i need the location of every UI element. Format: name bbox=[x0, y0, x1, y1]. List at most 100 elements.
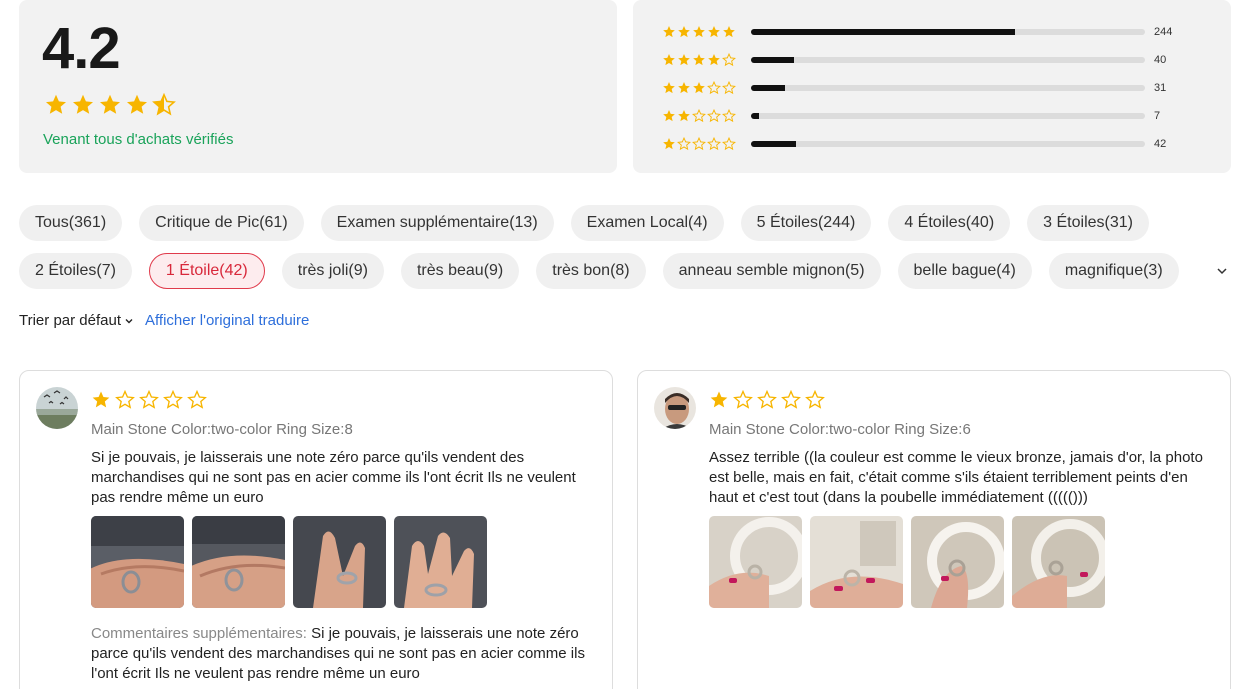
distribution-bar-track bbox=[751, 85, 1145, 91]
distribution-bar-fill bbox=[751, 29, 1015, 35]
review-photo[interactable] bbox=[394, 516, 487, 608]
verified-purchases-note: Venant tous d'achats vérifiés bbox=[43, 131, 234, 148]
star-icon bbox=[663, 26, 675, 38]
star-icon bbox=[708, 54, 720, 66]
filter-chip-4-stars[interactable]: 4 Étoiles(40) bbox=[888, 205, 1011, 241]
show-original-link[interactable]: Afficher l'original traduire bbox=[145, 312, 309, 329]
star-icon bbox=[663, 110, 675, 122]
distribution-stars bbox=[662, 53, 748, 67]
filter-chip-tag[interactable]: belle bague(4) bbox=[897, 253, 1032, 289]
review-photos bbox=[709, 516, 1105, 608]
star-icon bbox=[100, 94, 120, 114]
distribution-bar-track bbox=[751, 141, 1145, 147]
star-icon bbox=[693, 54, 705, 66]
distribution-count: 244 bbox=[1154, 26, 1173, 38]
filter-chip-local-review[interactable]: Examen Local(4) bbox=[570, 205, 724, 241]
review-photo[interactable] bbox=[293, 516, 386, 608]
star-icon bbox=[127, 94, 147, 114]
star-icon bbox=[781, 390, 801, 409]
review-photo[interactable] bbox=[709, 516, 802, 608]
review-text: Assez terrible ((la couleur est comme le… bbox=[709, 449, 1203, 506]
star-icon bbox=[708, 26, 720, 38]
distribution-bar-fill bbox=[751, 85, 785, 91]
distribution-count: 42 bbox=[1154, 138, 1167, 150]
star-icon bbox=[677, 137, 691, 151]
review-card: Main Stone Color:two-color Ring Size:6 A… bbox=[637, 370, 1231, 689]
distribution-count: 7 bbox=[1154, 110, 1161, 122]
average-rating-stars bbox=[44, 93, 176, 117]
filter-chip-tag[interactable]: très bon(8) bbox=[536, 253, 646, 289]
distribution-row-5[interactable]: 244 bbox=[662, 25, 1172, 39]
review-stars bbox=[91, 390, 207, 410]
distribution-row-2[interactable]: 7 bbox=[662, 109, 1160, 123]
sort-dropdown[interactable]: Trier par défaut bbox=[19, 312, 121, 329]
star-icon bbox=[92, 391, 110, 408]
star-icon bbox=[707, 81, 721, 95]
review-sku: Main Stone Color:two-color Ring Size:6 bbox=[709, 421, 971, 438]
sort-bar: Trier par défaut Afficher l'original tra… bbox=[19, 312, 309, 329]
star-icon bbox=[678, 26, 690, 38]
additional-comment: Commentaires supplémentaires: Si je pouv… bbox=[91, 624, 596, 684]
distribution-count: 40 bbox=[1154, 54, 1167, 66]
star-icon bbox=[692, 137, 706, 151]
star-icon bbox=[722, 109, 736, 123]
star-icon bbox=[693, 82, 705, 94]
distribution-bar-track bbox=[751, 113, 1145, 119]
star-icon bbox=[163, 390, 183, 409]
avatar bbox=[36, 387, 78, 429]
star-icon bbox=[707, 137, 721, 151]
distribution-row-4[interactable]: 40 bbox=[662, 53, 1166, 67]
star-icon bbox=[722, 81, 736, 95]
star-icon bbox=[678, 54, 690, 66]
filter-chip-1-star[interactable]: 1 Étoile(42) bbox=[148, 253, 265, 289]
chevron-down-icon[interactable] bbox=[124, 316, 134, 326]
review-photo[interactable] bbox=[1012, 516, 1105, 608]
filter-chip-3-stars[interactable]: 3 Étoiles(31) bbox=[1027, 205, 1149, 241]
filter-chip-all[interactable]: Tous(361) bbox=[19, 205, 123, 241]
star-icon bbox=[722, 53, 736, 67]
distribution-row-1[interactable]: 42 bbox=[662, 137, 1166, 151]
distribution-bar-fill bbox=[751, 57, 795, 63]
rating-distribution-panel: 244 40 31 7 42 bbox=[633, 0, 1231, 173]
review-photo[interactable] bbox=[91, 516, 184, 608]
review-photo[interactable] bbox=[911, 516, 1004, 608]
star-icon bbox=[757, 390, 777, 409]
review-photo[interactable] bbox=[192, 516, 285, 608]
chevron-down-icon[interactable] bbox=[1215, 264, 1229, 278]
star-icon bbox=[710, 391, 728, 408]
filter-chip-tag[interactable]: magnifique(3) bbox=[1048, 253, 1179, 289]
distribution-stars bbox=[662, 25, 748, 39]
review-text: Si je pouvais, je laisserais une note zé… bbox=[91, 449, 576, 506]
distribution-bar-track bbox=[751, 57, 1145, 63]
filter-chips-row-1: Tous(361) Critique de Pic(61) Examen sup… bbox=[19, 205, 1149, 241]
filter-chip-tag[interactable]: très beau(9) bbox=[400, 253, 520, 289]
distribution-stars bbox=[662, 137, 748, 151]
filter-chip-tag[interactable]: anneau semble mignon(5) bbox=[662, 253, 881, 289]
star-icon bbox=[663, 82, 675, 94]
star-icon bbox=[73, 94, 93, 114]
filter-chip-with-photos[interactable]: Critique de Pic(61) bbox=[139, 205, 304, 241]
average-rating: 4.2 bbox=[42, 16, 121, 81]
filter-chip-2-stars[interactable]: 2 Étoiles(7) bbox=[19, 253, 132, 289]
filter-chip-additional-review[interactable]: Examen supplémentaire(13) bbox=[320, 205, 554, 241]
filter-chip-tag[interactable]: très joli(9) bbox=[281, 253, 384, 289]
star-icon bbox=[723, 26, 735, 38]
star-icon bbox=[733, 390, 753, 409]
distribution-bar-fill bbox=[751, 113, 759, 119]
review-card: Main Stone Color:two-color Ring Size:8 S… bbox=[19, 370, 613, 689]
star-icon bbox=[663, 54, 675, 66]
filter-chip-5-stars[interactable]: 5 Étoiles(244) bbox=[740, 205, 872, 241]
star-icon bbox=[707, 109, 721, 123]
filter-chips-row-2: 2 Étoiles(7) 1 Étoile(42) très joli(9) t… bbox=[19, 253, 1179, 289]
distribution-stars bbox=[662, 109, 748, 123]
star-icon bbox=[678, 110, 690, 122]
distribution-count: 31 bbox=[1154, 82, 1167, 94]
review-photo[interactable] bbox=[810, 516, 903, 608]
rating-summary-panel: 4.2 Venant tous d'achats vérifiés bbox=[19, 0, 617, 173]
star-icon bbox=[187, 390, 207, 409]
review-sku: Main Stone Color:two-color Ring Size:8 bbox=[91, 421, 353, 438]
star-icon bbox=[139, 390, 159, 409]
distribution-row-3[interactable]: 31 bbox=[662, 81, 1166, 95]
star-icon bbox=[722, 137, 736, 151]
review-stars bbox=[709, 390, 825, 410]
